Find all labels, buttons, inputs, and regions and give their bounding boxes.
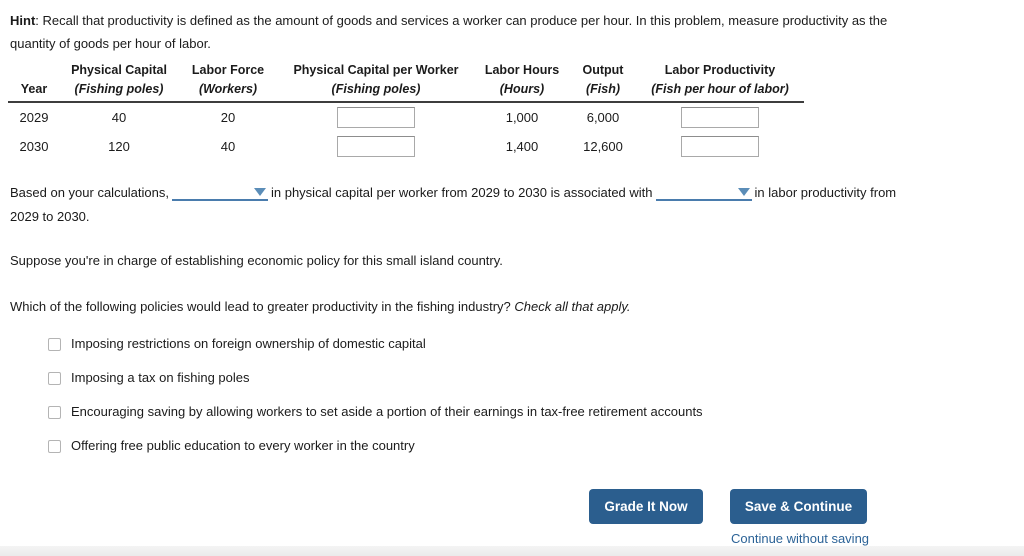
scenario-paragraph: Suppose you're in charge of establishing… <box>10 253 503 268</box>
cell-output: 6,000 <box>586 110 620 125</box>
checkbox-option-1[interactable] <box>48 338 61 351</box>
save-and-continue-button[interactable]: Save & Continue <box>730 489 867 524</box>
cell-labor-force: 20 <box>220 110 236 125</box>
col-header-labor-force: Labor Force (Workers) <box>178 62 278 103</box>
col-header-labor-productivity-unit: (Fish per hour of labor) <box>651 82 789 96</box>
productivity-table-wrapper: Year Physical Capital (Fishing poles) La… <box>8 62 804 161</box>
col-header-output-title: Output <box>582 63 624 77</box>
option-row[interactable]: Imposing restrictions on foreign ownersh… <box>48 336 948 370</box>
input-labor-productivity-2029[interactable] <box>681 107 759 128</box>
cell-labor-productivity <box>636 132 804 161</box>
cell-physical-capital-per-worker <box>278 132 474 161</box>
cell-physical-capital: 40 <box>111 110 127 125</box>
cell-year: 2029 <box>19 110 49 125</box>
col-header-year-label: Year <box>20 82 48 96</box>
conclusion-sentence: Based on your calculations, in physical c… <box>10 181 910 229</box>
policy-options-list: Imposing restrictions on foreign ownersh… <box>48 336 948 472</box>
dropdown-capital-change[interactable] <box>171 181 268 201</box>
hint-text: Recall that productivity is defined as t… <box>10 13 888 51</box>
option-row[interactable]: Offering free public education to every … <box>48 438 948 472</box>
continue-without-saving-link[interactable]: Continue without saving <box>731 531 869 546</box>
col-header-labor-productivity-title: Labor Productivity <box>664 63 776 77</box>
sentence-part-2: in physical capital per worker from 2029… <box>270 185 653 200</box>
question-page: Hint: Recall that productivity is define… <box>0 0 1024 546</box>
chevron-down-icon <box>737 188 750 196</box>
page-bottom-band <box>0 546 1024 556</box>
cell-labor-productivity <box>636 102 804 132</box>
cell-labor-hours: 1,000 <box>505 110 539 125</box>
chevron-down-icon <box>253 188 266 196</box>
checkbox-option-3[interactable] <box>48 406 61 419</box>
sentence-part-1: Based on your calculations, <box>10 185 169 200</box>
option-label-1: Imposing restrictions on foreign ownersh… <box>71 336 426 351</box>
col-header-output-unit: (Fish) <box>585 82 621 96</box>
col-header-physical-capital-per-worker-title: Physical Capital per Worker <box>293 63 459 77</box>
cell-labor-hours: 1,400 <box>505 139 539 154</box>
option-label-2: Imposing a tax on fishing poles <box>71 370 250 385</box>
cell-year: 2030 <box>19 139 49 154</box>
col-header-output: Output (Fish) <box>570 62 636 103</box>
hint-label: Hint <box>10 13 36 28</box>
dropdown-productivity-change[interactable] <box>655 181 752 201</box>
question-text: Which of the following policies would le… <box>10 299 515 314</box>
option-row[interactable]: Encouraging saving by allowing workers t… <box>48 404 948 438</box>
question-instruction: Check all that apply. <box>514 299 631 314</box>
col-header-labor-force-title: Labor Force <box>191 63 265 77</box>
col-header-labor-hours-title: Labor Hours <box>484 63 560 77</box>
col-header-labor-force-unit: (Workers) <box>198 82 258 96</box>
cell-physical-capital-per-worker <box>278 102 474 132</box>
grade-it-now-button[interactable]: Grade It Now <box>589 489 703 524</box>
option-label-3: Encouraging saving by allowing workers t… <box>71 404 703 419</box>
col-header-physical-capital: Physical Capital (Fishing poles) <box>60 62 178 103</box>
productivity-table: Year Physical Capital (Fishing poles) La… <box>8 62 804 161</box>
cell-labor-force: 40 <box>220 139 236 154</box>
option-label-4: Offering free public education to every … <box>71 438 415 453</box>
input-labor-productivity-2030[interactable] <box>681 136 759 157</box>
question-paragraph: Which of the following policies would le… <box>10 297 631 317</box>
col-header-labor-hours: Labor Hours (Hours) <box>474 62 570 103</box>
cell-physical-capital: 120 <box>108 139 130 154</box>
col-header-labor-productivity: Labor Productivity (Fish per hour of lab… <box>636 62 804 103</box>
checkbox-option-2[interactable] <box>48 372 61 385</box>
col-header-physical-capital-per-worker: Physical Capital per Worker (Fishing pol… <box>278 62 474 103</box>
col-header-physical-capital-per-worker-unit: (Fishing poles) <box>331 82 421 96</box>
col-header-labor-hours-unit: (Hours) <box>499 82 545 96</box>
table-row: 2030 120 40 1,400 12,600 <box>8 132 804 161</box>
hint-paragraph: Hint: Recall that productivity is define… <box>10 9 910 55</box>
col-header-physical-capital-unit: (Fishing poles) <box>74 82 164 96</box>
col-header-physical-capital-title: Physical Capital <box>71 63 167 77</box>
input-physical-capital-per-worker-2030[interactable] <box>337 136 415 157</box>
col-header-year: Year <box>8 62 60 103</box>
table-row: 2029 40 20 1,000 6,000 <box>8 102 804 132</box>
checkbox-option-4[interactable] <box>48 440 61 453</box>
hint-separator: : <box>35 13 43 28</box>
input-physical-capital-per-worker-2029[interactable] <box>337 107 415 128</box>
cell-output: 12,600 <box>583 139 623 154</box>
option-row[interactable]: Imposing a tax on fishing poles <box>48 370 948 404</box>
